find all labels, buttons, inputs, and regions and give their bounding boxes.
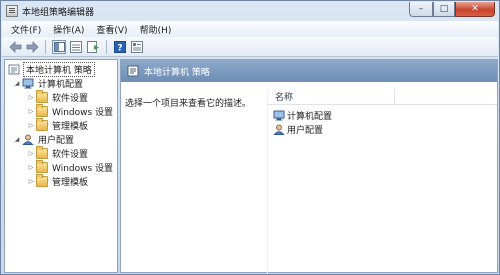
tree-item-user-admin-templates[interactable]: ▷ 管理模板 (27, 173, 89, 188)
computer-icon (273, 110, 285, 121)
menu-file[interactable]: 文件(F) (5, 23, 47, 36)
menu-bar: 文件(F) 操作(A) 查看(V) 帮助(H) (2, 21, 498, 37)
list-item-user-config[interactable]: 用户配置 (273, 123, 323, 136)
user-icon (273, 124, 285, 135)
export-list-icon[interactable] (86, 40, 100, 54)
close-button[interactable]: ✕ (455, 2, 495, 17)
expand-arrow-icon[interactable]: ▷ (27, 163, 35, 171)
list-item-computer-config[interactable]: 计算机配置 (273, 109, 332, 122)
policy-icon (8, 64, 20, 74)
list-item-label: 用户配置 (287, 126, 324, 136)
svg-text:?: ? (117, 43, 122, 53)
details-pane: 本地计算机 策略 选择一个项目来查看它的描述。 名称 计算机配置 用户配置 (120, 59, 498, 274)
tree-item-label: Windows 设置 (52, 163, 114, 174)
collapse-arrow-icon[interactable]: ◢ (13, 135, 21, 143)
tree-item-label: 管理模板 (52, 121, 89, 132)
console-tree-icon[interactable] (52, 39, 66, 54)
tree-item-computer-admin-templates[interactable]: ▷ 管理模板 (27, 117, 89, 132)
window-title: 本地组策略编辑器 (22, 7, 95, 18)
menu-help[interactable]: 帮助(H) (134, 23, 178, 36)
folder-icon (36, 173, 48, 187)
title-bar: 本地组策略编辑器 – □ ✕ (1, 1, 499, 21)
column-divider (267, 89, 268, 274)
tree-item-label: Windows 设置 (52, 107, 114, 118)
tree-item-label: 计算机配置 (38, 79, 84, 90)
description-text: 选择一个项目来查看它的描述。 (125, 99, 252, 109)
back-icon[interactable] (8, 40, 22, 54)
maximize-button[interactable]: □ (433, 2, 455, 17)
console-tree: 本地计算机 策略 ◢ 计算机配置 ▷ 软件设置 ▷ Windows 设置 ▷ 管… (4, 59, 118, 273)
show-list-icon[interactable] (69, 40, 83, 54)
tree-item-label: 管理模板 (52, 177, 89, 188)
tree-item-label: 软件设置 (52, 93, 89, 104)
tree-item-user-windows[interactable]: ▷ Windows 设置 (27, 159, 114, 174)
column-header-name[interactable]: 名称 (267, 89, 395, 104)
toolbar-separator (106, 39, 107, 54)
tree-item-user-config[interactable]: ◢ 用户配置 (13, 132, 75, 146)
folder-icon (36, 103, 48, 117)
tree-item-computer-software[interactable]: ▷ 软件设置 (27, 89, 89, 104)
forward-icon[interactable] (25, 40, 39, 54)
expand-arrow-icon[interactable]: ▷ (27, 177, 35, 185)
tree-item-computer-windows[interactable]: ▷ Windows 设置 (27, 103, 114, 118)
collapse-arrow-icon[interactable]: ◢ (13, 79, 21, 87)
details-title: 本地计算机 策略 (144, 67, 210, 78)
policy-icon (127, 65, 139, 77)
expand-arrow-icon[interactable]: ▷ (27, 121, 35, 129)
folder-icon (36, 145, 48, 159)
tree-item-root[interactable]: 本地计算机 策略 (7, 61, 95, 77)
expand-arrow-icon[interactable]: ▷ (27, 107, 35, 115)
folder-icon (36, 89, 48, 103)
gpedit-app-icon (6, 5, 18, 17)
expand-arrow-icon[interactable]: ▷ (27, 93, 35, 101)
properties-icon[interactable] (130, 40, 144, 54)
tree-item-user-software[interactable]: ▷ 软件设置 (27, 145, 89, 160)
folder-icon (36, 159, 48, 173)
tree-item-label: 用户配置 (38, 135, 75, 146)
list-item-label: 计算机配置 (287, 112, 333, 122)
minimize-button[interactable]: – (409, 2, 433, 17)
help-icon[interactable]: ? (113, 40, 127, 54)
window: 本地组策略编辑器 – □ ✕ 文件(F) 操作(A) 查看(V) 帮助(H) ?… (0, 0, 500, 275)
tree-item-label: 本地计算机 策略 (23, 61, 95, 77)
toolbar-separator (45, 39, 46, 54)
folder-icon (36, 117, 48, 131)
window-controls: – □ ✕ (409, 2, 495, 17)
list-column-header: 名称 (267, 89, 497, 105)
tree-item-computer-config[interactable]: ◢ 计算机配置 (13, 76, 84, 90)
tree-item-label: 软件设置 (52, 149, 89, 160)
menu-view[interactable]: 查看(V) (90, 23, 133, 36)
menu-action[interactable]: 操作(A) (47, 23, 90, 36)
computer-icon (22, 78, 34, 88)
expand-arrow-icon[interactable]: ▷ (27, 149, 35, 157)
details-header: 本地计算机 策略 (121, 60, 497, 82)
toolbar: ? (2, 37, 498, 57)
user-icon (22, 134, 34, 145)
